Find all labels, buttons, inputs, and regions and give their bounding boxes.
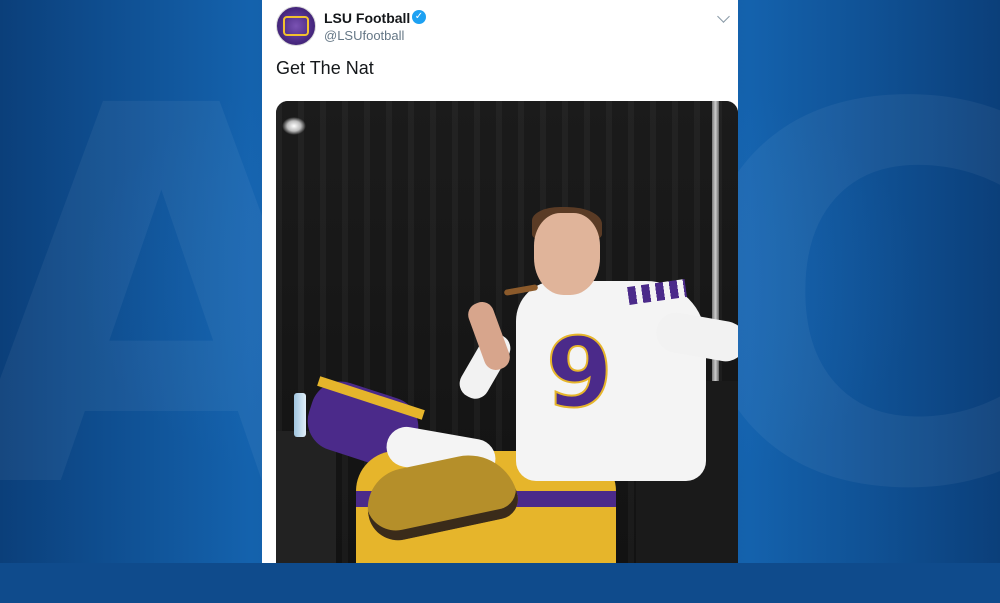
- tweet-media[interactable]: 9: [276, 101, 738, 563]
- tweet-card: LSU Football ✓ @LSUfootball Get The Nat …: [262, 0, 738, 563]
- jersey-number: 9: [545, 317, 614, 429]
- avatar-logo: [283, 16, 309, 36]
- user-handle[interactable]: @LSUfootball: [324, 28, 404, 43]
- avatar[interactable]: [276, 6, 316, 46]
- shoulder-stripe: [627, 279, 687, 305]
- display-name[interactable]: LSU Football: [324, 10, 410, 26]
- jersey: 9: [516, 279, 706, 481]
- chevron-down-icon[interactable]: [717, 10, 730, 23]
- player-illustration: 9: [276, 101, 738, 563]
- verified-badge-icon: ✓: [412, 10, 426, 24]
- head: [534, 213, 600, 295]
- tweet-header: LSU Football ✓ @LSUfootball: [276, 6, 730, 50]
- tweet-text: Get The Nat: [276, 58, 374, 78]
